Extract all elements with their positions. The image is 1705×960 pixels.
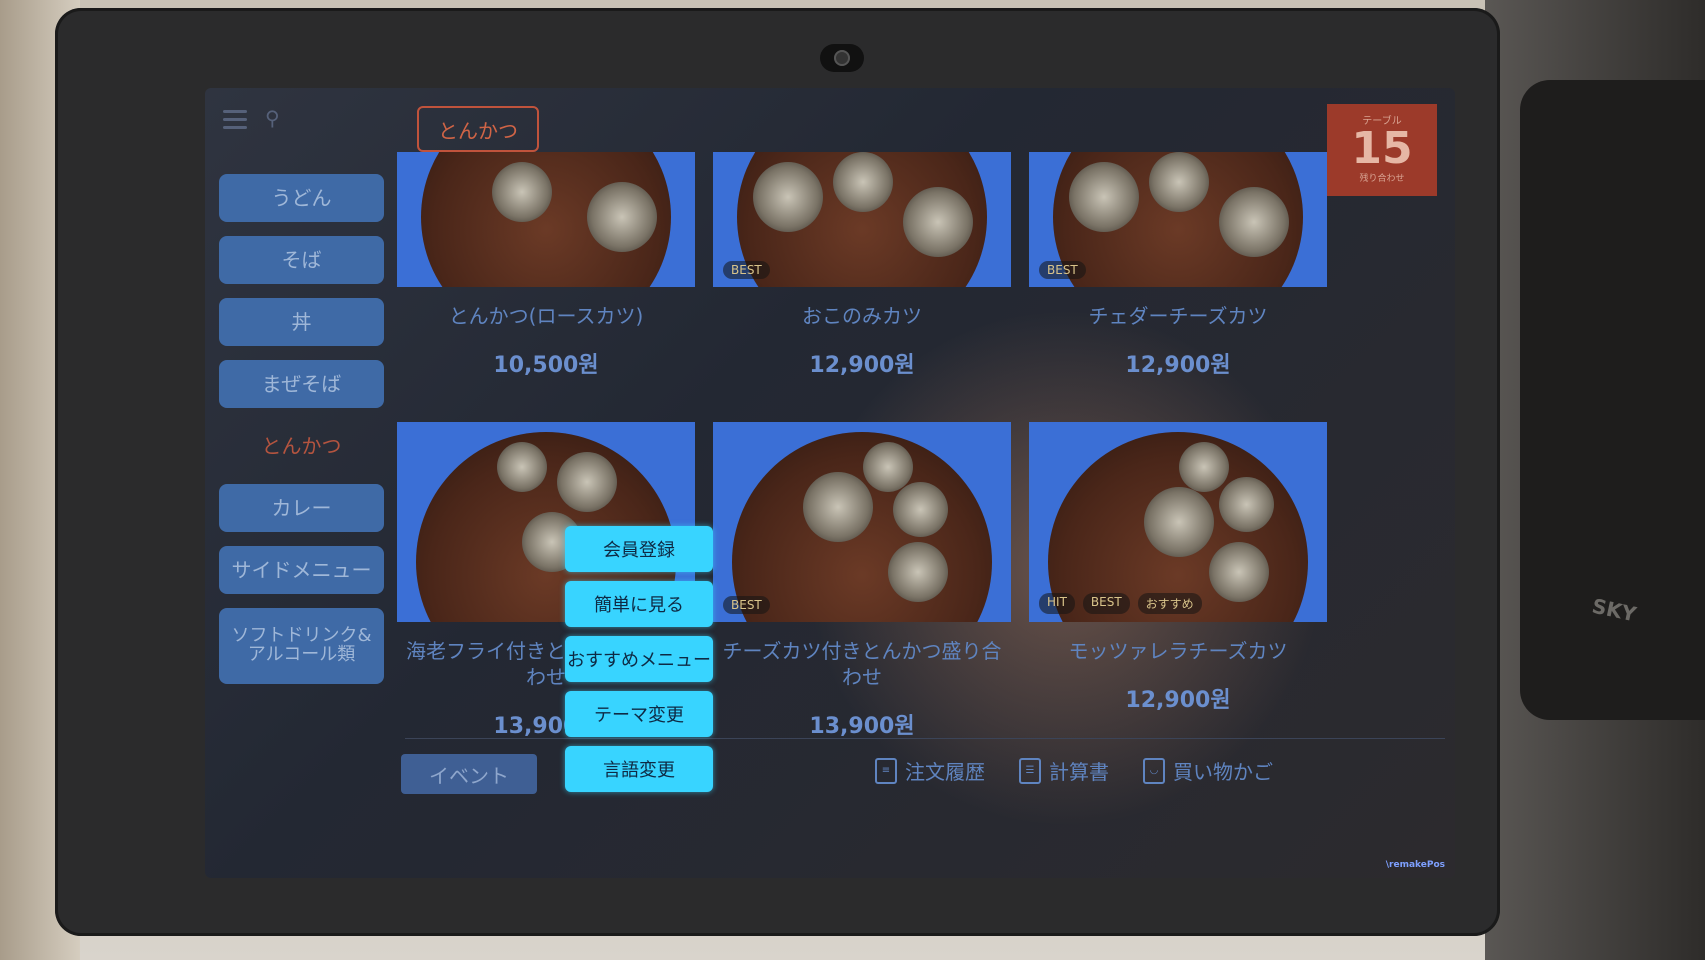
sidebar-item-udon[interactable]: うどん (219, 174, 384, 222)
sidebar-item-drinks[interactable]: ソフトドリンク&アルコール類 (219, 608, 384, 684)
best-badge: BEST (1039, 261, 1086, 279)
camera-icon (820, 44, 864, 72)
receipt-icon: ☰ (1019, 757, 1041, 784)
order-history-label: 注文履歴 (905, 760, 985, 784)
cart-label: 買い物かご (1173, 760, 1273, 784)
product-card[interactable]: BEST おこのみカツ 12,900원 (713, 152, 1011, 379)
change-language-button[interactable]: 言語変更 (565, 746, 713, 792)
product-image: HIT BEST おすすめ (1029, 422, 1327, 622)
order-history-button[interactable]: ≡ 注文履歴 (875, 756, 985, 785)
product-price: 12,900원 (809, 353, 915, 378)
recommended-badge: おすすめ (1137, 593, 1202, 614)
product-name: モッツァレラチーズカツ (1068, 639, 1288, 663)
recommended-menu-button[interactable]: おすすめメニュー (565, 636, 713, 682)
sidebar-item-soba[interactable]: そば (219, 236, 384, 284)
language-icon[interactable]: ⚲ (265, 106, 280, 130)
document-icon: ≡ (875, 757, 897, 784)
member-register-button[interactable]: 会員登録 (565, 526, 713, 572)
product-price: 12,900원 (1125, 353, 1231, 378)
product-image: BEST (713, 152, 1011, 287)
table-number-badge: テーブル 15 残り合わせ (1327, 104, 1437, 196)
table-sub-label: 残り合わせ (1359, 174, 1405, 184)
category-tag: とんかつ (417, 106, 539, 152)
category-sidebar: うどん そば 丼 まぜそば とんかつ カレー サイドメニュー ソフトドリンク&ア… (219, 174, 384, 698)
change-theme-button[interactable]: テーマ変更 (565, 691, 713, 737)
popup-menu: 会員登録 簡単に見る おすすめメニュー テーマ変更 言語変更 (565, 526, 713, 801)
bill-label: 計算書 (1049, 760, 1109, 784)
product-price: 12,900원 (1125, 688, 1231, 713)
kiosk-screen: ⚲ とんかつ テーブル 15 残り合わせ うどん そば 丼 まぜそば とんかつ … (205, 88, 1455, 878)
bill-button[interactable]: ☰ 計算書 (1019, 756, 1109, 785)
product-card[interactable]: HIT BEST おすすめ モッツァレラチーズカツ 12,900원 (1029, 422, 1327, 714)
event-button[interactable]: イベント (401, 754, 537, 794)
product-image (397, 152, 695, 287)
tablet-frame: ⚲ とんかつ テーブル 15 残り合わせ うどん そば 丼 まぜそば とんかつ … (55, 8, 1500, 936)
product-card[interactable]: とんかつ(ロースカツ) 10,500원 (397, 152, 695, 379)
product-card[interactable]: BEST チーズカツ付きとんかつ盛り合わせ 13,900원 (713, 422, 1011, 740)
product-image: BEST (713, 422, 1011, 622)
best-badge: BEST (723, 596, 770, 614)
table-number: 15 (1351, 123, 1413, 174)
footer-logo: \remakePos (1385, 860, 1445, 870)
product-card[interactable]: BEST チェダーチーズカツ 12,900원 (1029, 152, 1327, 379)
product-image: BEST (1029, 152, 1327, 287)
sidebar-item-tonkatsu[interactable]: とんかつ (219, 422, 384, 470)
sidebar-item-curry[interactable]: カレー (219, 484, 384, 532)
sidebar-item-mazesoba[interactable]: まぜそば (219, 360, 384, 408)
product-name: おこのみカツ (802, 304, 922, 328)
sidebar-item-side-menu[interactable]: サイドメニュー (219, 546, 384, 594)
hamburger-menu-icon[interactable] (223, 110, 247, 129)
product-name: チーズカツ付きとんかつ盛り合わせ (722, 639, 1002, 689)
best-badge: BEST (1082, 593, 1130, 614)
cart-button[interactable]: ◡ 買い物かご (1143, 756, 1273, 785)
sidebar-item-donburi[interactable]: 丼 (219, 298, 384, 346)
payment-terminal (1520, 80, 1705, 720)
hit-badge: HIT (1039, 593, 1075, 614)
best-badge: BEST (723, 261, 770, 279)
cart-icon: ◡ (1143, 757, 1165, 784)
product-name: とんかつ(ロースカツ) (448, 304, 644, 328)
simple-view-button[interactable]: 簡単に見る (565, 581, 713, 627)
bottom-bar: ≡ 注文履歴 ☰ 計算書 ◡ 買い物かご (875, 756, 1273, 785)
product-price: 13,900원 (809, 714, 915, 739)
product-name: チェダーチーズカツ (1088, 304, 1268, 328)
product-price: 10,500원 (493, 353, 599, 378)
